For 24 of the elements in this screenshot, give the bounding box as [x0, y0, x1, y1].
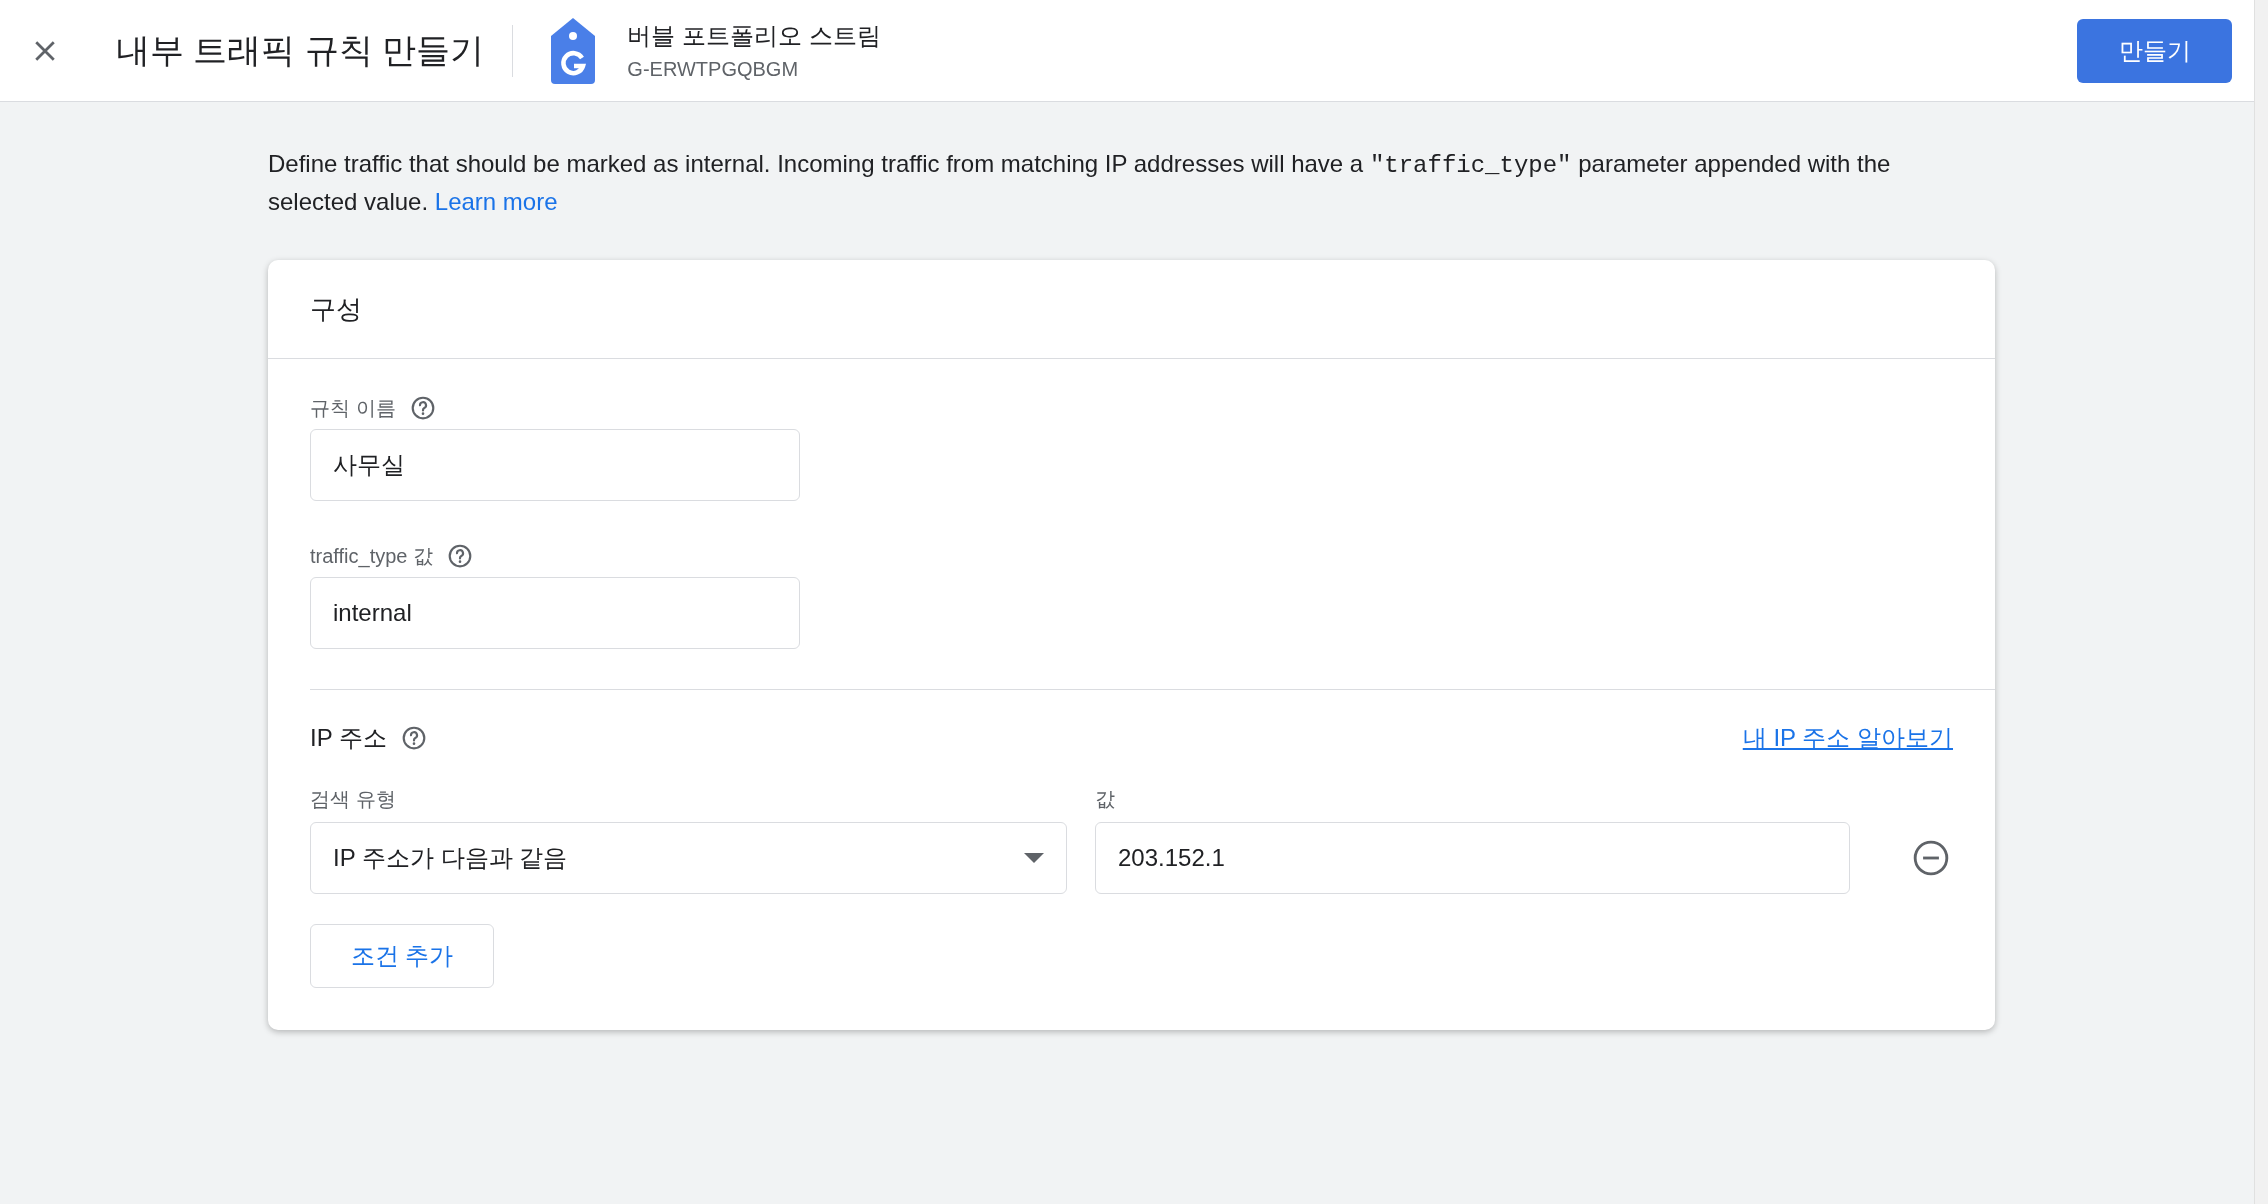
- stream-id: G-ERWTPGQBGM: [627, 56, 800, 82]
- field-label: 값: [1095, 787, 1115, 812]
- text-field[interactable]: 사무실: [310, 429, 800, 501]
- field-label: traffic_type 값: [310, 544, 434, 570]
- field-label: 규칙 이름: [310, 396, 396, 421]
- match-type-dropdown[interactable]: IP 주소가 다음과 같음: [310, 822, 1067, 894]
- help-icon[interactable]: [447, 543, 474, 569]
- stream-name: 버블 포트폴리오 스트림: [627, 20, 881, 51]
- value-field[interactable]: 203.152.1: [1095, 822, 1850, 894]
- section-title: IP 주소: [310, 723, 387, 753]
- help-icon[interactable]: [409, 395, 436, 421]
- learn-more-link[interactable]: Learn more: [434, 188, 558, 215]
- caret-icon: [1024, 853, 1044, 863]
- help-icon[interactable]: [400, 725, 427, 751]
- description-text: Define traffic that should be marked as internal. Incoming traffic from matching IP addresses will have a "traffic_type" parameter appended with the selected value. Learn more: [268, 149, 1892, 217]
- card-title: 구성: [310, 292, 362, 326]
- field-label: 검색 유형: [310, 787, 397, 812]
- page-title: 내부 트래픽 규칙 만들기: [116, 30, 485, 71]
- add-condition-button[interactable]: 조건 추가: [310, 924, 494, 988]
- remove-icon[interactable]: [1912, 839, 1950, 877]
- my-ip-link[interactable]: 내 IP 주소 알아보기: [1742, 720, 1953, 756]
- text-field[interactable]: internal: [310, 577, 800, 649]
- tag-icon: [549, 15, 598, 86]
- create-button[interactable]: 만들기: [2077, 18, 2232, 83]
